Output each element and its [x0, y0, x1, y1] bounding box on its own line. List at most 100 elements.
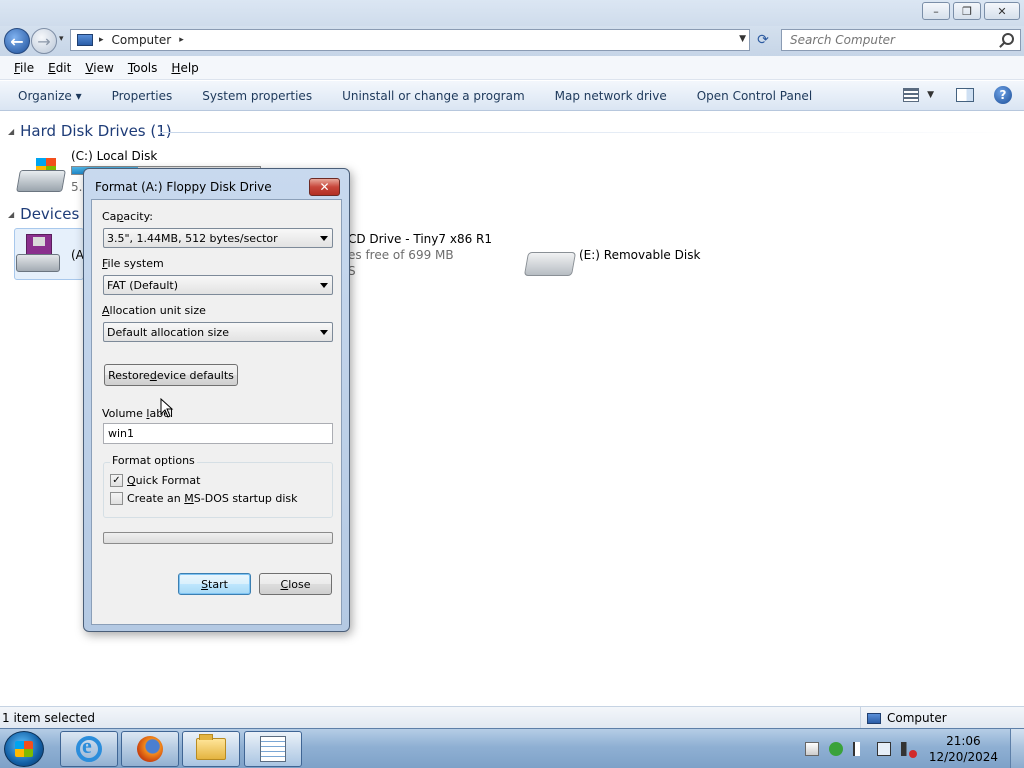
removable-disk-name[interactable]: (E:) Removable Disk [579, 248, 700, 262]
internet-explorer-icon [76, 733, 102, 762]
start-button[interactable] [4, 731, 44, 767]
group-title: Hard Disk Drives (1) [20, 122, 172, 140]
taskbar-internet-explorer[interactable] [60, 731, 118, 767]
clipboard-icon[interactable] [804, 742, 819, 756]
maximize-button[interactable]: ❐ [953, 2, 981, 20]
close-window-button[interactable]: ✕ [984, 2, 1020, 20]
dialog-close-button[interactable]: ✕ [309, 178, 340, 196]
cd-drive-free-space: es free of 699 MB [348, 248, 454, 262]
computer-icon [867, 712, 881, 724]
change-view-icon[interactable] [903, 88, 920, 102]
forward-button[interactable]: → [31, 28, 57, 54]
breadcrumb-computer[interactable]: Computer [112, 33, 172, 47]
dialog-client-area: Capacity: 3.5", 1.44MB, 512 bytes/sector… [91, 199, 342, 625]
map-network-drive-button[interactable]: Map network drive [555, 89, 667, 103]
recent-pages-dropdown[interactable]: ▾ [59, 34, 64, 44]
file-system-label: File system [102, 257, 164, 270]
network-icon[interactable] [876, 742, 891, 756]
search-icon[interactable] [1002, 33, 1014, 45]
status-selection-count: 1 item selected [2, 711, 96, 725]
menu-tools[interactable]: Tools [128, 61, 158, 75]
help-icon[interactable]: ? [994, 86, 1012, 104]
system-properties-button[interactable]: System properties [202, 89, 312, 103]
capacity-value: 3.5", 1.44MB, 512 bytes/sector [107, 231, 278, 245]
msdos-startup-label: Create an MS-DOS startup disk [127, 492, 298, 505]
menu-file[interactable]: File [14, 61, 34, 75]
organize-button[interactable]: Organize ▾ [18, 89, 82, 103]
firefox-icon [137, 736, 163, 762]
taskbar: 21:06 12/20/2024 [0, 728, 1024, 768]
removable-disk-icon [523, 252, 577, 276]
open-control-panel-button[interactable]: Open Control Panel [697, 89, 812, 103]
collapse-arrow-icon[interactable]: ◢ [8, 210, 14, 219]
address-bar[interactable]: ▸ Computer ▸ ▼ [70, 29, 750, 51]
format-options-group [103, 462, 333, 518]
floppy-drive-name[interactable]: (A [71, 248, 84, 262]
system-tray: 21:06 12/20/2024 [804, 729, 1024, 768]
file-system-select[interactable]: FAT (Default) [103, 275, 333, 295]
allocation-unit-label: Allocation unit size [102, 304, 206, 317]
quick-format-checkbox[interactable]: ✓ [110, 474, 123, 487]
msdos-startup-option[interactable]: Create an MS-DOS startup disk [110, 492, 298, 505]
restore-defaults-button[interactable]: Restore d evice defaults [104, 364, 238, 386]
taskbar-windows-explorer[interactable] [182, 731, 240, 767]
menu-bar: File Edit View Tools Help [0, 56, 1024, 80]
search-input[interactable] [790, 33, 990, 47]
computer-icon [77, 34, 93, 46]
refresh-button[interactable]: ⟳ [752, 29, 774, 51]
view-options-dropdown[interactable]: ▼ [927, 90, 934, 100]
taskbar-format-dialog[interactable] [244, 731, 302, 767]
capacity-select[interactable]: 3.5", 1.44MB, 512 bytes/sector [103, 228, 333, 248]
dialog-window-icon [260, 736, 286, 762]
drive-c-name[interactable]: (C:) Local Disk [71, 149, 157, 163]
msdos-startup-checkbox[interactable] [110, 492, 123, 505]
collapse-arrow-icon[interactable]: ◢ [8, 127, 14, 136]
command-bar: Organize ▾ Properties System properties … [0, 81, 1024, 111]
menu-help[interactable]: Help [171, 61, 198, 75]
status-location-label: Computer [887, 711, 947, 725]
clock[interactable]: 21:06 12/20/2024 [929, 733, 998, 765]
close-button-dialog[interactable]: Close [259, 573, 332, 595]
folder-icon [196, 734, 226, 760]
windows-logo-icon [15, 741, 33, 757]
action-center-flag-icon[interactable] [852, 742, 867, 756]
uninstall-program-button[interactable]: Uninstall or change a program [342, 89, 525, 103]
cursor-arrow-icon [160, 398, 174, 418]
group-divider [160, 132, 1020, 133]
dropdown-arrow-icon[interactable] [320, 283, 328, 288]
allocation-unit-select[interactable]: Default allocation size [103, 322, 333, 342]
cd-drive-name[interactable]: CD Drive - Tiny7 x86 R1 [348, 232, 492, 246]
minimize-button[interactable]: – [922, 2, 950, 20]
dropdown-arrow-icon[interactable] [320, 330, 328, 335]
file-system-value: FAT (Default) [107, 278, 178, 292]
preview-pane-icon[interactable] [956, 88, 974, 102]
start-button-dialog[interactable]: Start [178, 573, 251, 595]
capacity-label: Capacity: [102, 210, 153, 223]
menu-view[interactable]: View [85, 61, 113, 75]
status-location: Computer [860, 707, 947, 729]
properties-button[interactable]: Properties [112, 89, 173, 103]
clock-date: 12/20/2024 [928, 750, 998, 764]
hard-disk-icon [16, 158, 68, 196]
breadcrumb-separator[interactable]: ▸ [99, 35, 104, 45]
volume-muted-icon[interactable] [900, 742, 917, 758]
back-button[interactable]: ← [4, 28, 30, 54]
format-options-title: Format options [110, 454, 197, 467]
dropdown-arrow-icon[interactable] [320, 236, 328, 241]
breadcrumb-separator[interactable]: ▸ [179, 35, 184, 45]
dialog-title: Format (A:) Floppy Disk Drive [95, 180, 272, 194]
show-desktop-button[interactable] [1010, 729, 1024, 768]
caption-buttons: – ❐ ✕ [919, 2, 1020, 20]
clock-time: 21:06 [946, 734, 981, 748]
group-hard-disk-drives[interactable]: ◢ Hard Disk Drives (1) [8, 122, 172, 140]
volume-label-input[interactable]: win1 [103, 423, 333, 444]
address-toolbar: ← → ▾ ▸ Computer ▸ ▼ ⟳ [0, 26, 1024, 56]
command-bar-right: ▼ ? [903, 86, 1012, 104]
menu-edit[interactable]: Edit [48, 61, 71, 75]
quick-format-label: Quick Format [127, 474, 201, 487]
quick-format-option[interactable]: ✓ Quick Format [110, 474, 200, 487]
taskbar-firefox[interactable] [121, 731, 179, 767]
search-box[interactable] [781, 29, 1021, 51]
security-icon[interactable] [828, 742, 843, 756]
address-history-dropdown[interactable]: ▼ [739, 34, 746, 44]
